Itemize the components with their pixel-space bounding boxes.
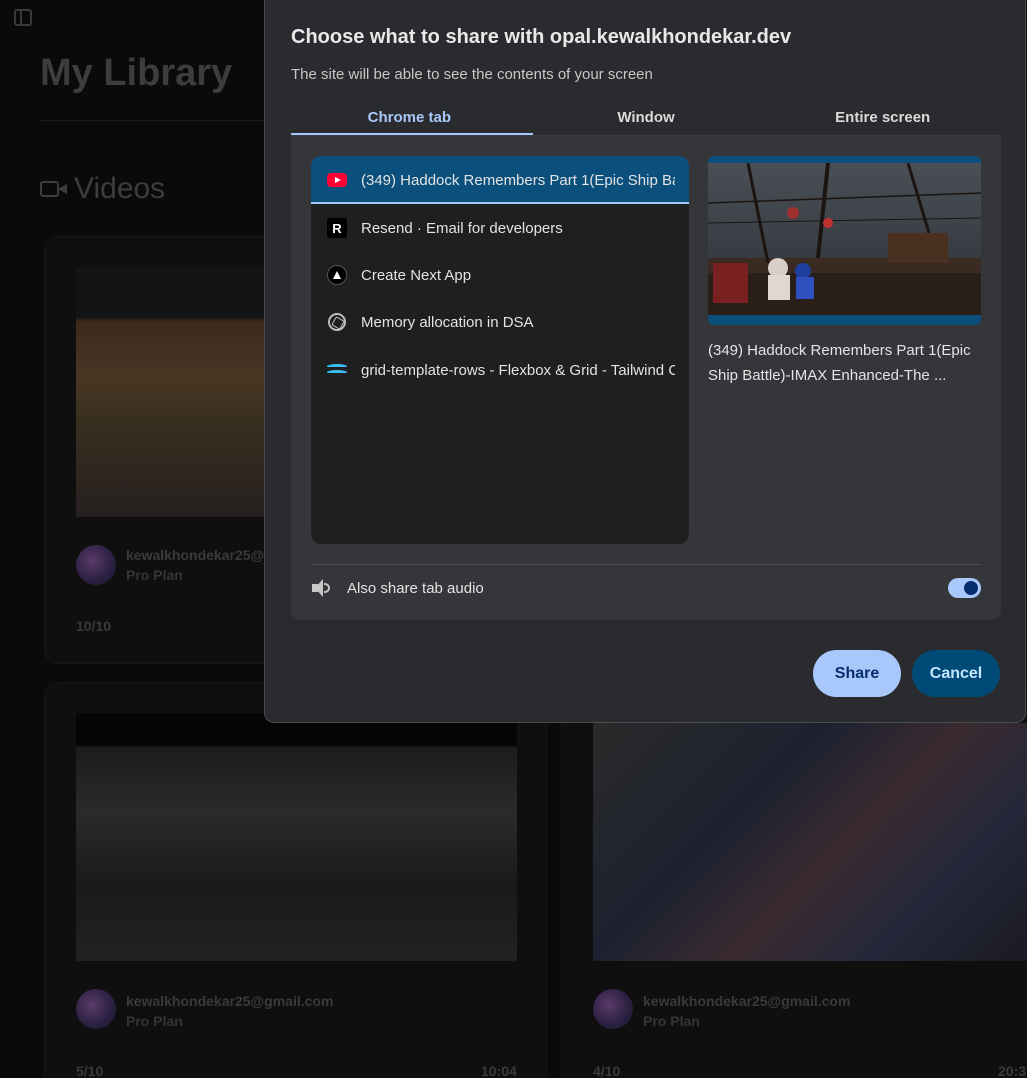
view-count: 4/10 xyxy=(593,1063,621,1078)
list-item[interactable]: (349) Haddock Remembers Part 1(Epic Ship… xyxy=(311,156,689,204)
video-thumbnail[interactable] xyxy=(76,713,517,961)
share-source-tabs: Chrome tab Window Entire screen xyxy=(291,104,1001,136)
tab-entire-screen[interactable]: Entire screen xyxy=(764,104,1001,136)
list-item[interactable]: R Resend · Email for developers xyxy=(311,204,689,252)
tab-title: (349) Haddock Remembers Part 1(Epic Ship… xyxy=(361,171,675,189)
resend-icon: R xyxy=(327,218,347,238)
tab-preview xyxy=(708,156,981,325)
divider xyxy=(311,564,981,565)
share-panel: (349) Haddock Remembers Part 1(Epic Ship… xyxy=(291,136,1001,620)
preview-image xyxy=(708,163,981,315)
video-card[interactable]: kewalkhondekar25@ Pro Plan 10/10 xyxy=(44,236,285,664)
dialog-title: Choose what to share with opal.kewalkhon… xyxy=(291,26,792,48)
audio-label: Also share tab audio xyxy=(347,579,484,597)
share-audio-row: Also share tab audio xyxy=(311,576,981,600)
view-count: 5/10 xyxy=(76,1063,104,1078)
list-item[interactable]: Create Next App xyxy=(311,251,689,299)
active-tab-indicator xyxy=(291,133,533,135)
avatar xyxy=(593,989,633,1029)
videos-heading: Videos xyxy=(40,172,165,206)
chatgpt-icon xyxy=(327,312,347,332)
plan-label: Pro Plan xyxy=(126,567,183,583)
nextjs-icon xyxy=(327,265,347,285)
owner-email: kewalkhondekar25@gmail.com xyxy=(643,993,851,1009)
screen-share-dialog: Choose what to share with opal.kewalkhon… xyxy=(264,0,1026,723)
owner-email: kewalkhondekar25@gmail.com xyxy=(126,993,334,1009)
video-duration: 20:3 xyxy=(998,1063,1027,1078)
tab-title: grid-template-rows - Flexbox & Grid - Ta… xyxy=(361,361,675,379)
tab-window[interactable]: Window xyxy=(528,104,765,136)
page-title: My Library xyxy=(40,52,233,94)
tab-title: Resend · Email for developers xyxy=(361,219,563,237)
share-audio-toggle[interactable] xyxy=(948,578,981,598)
tab-list: (349) Haddock Remembers Part 1(Epic Ship… xyxy=(311,156,689,544)
share-button[interactable]: Share xyxy=(813,650,901,697)
tab-title: Memory allocation in DSA xyxy=(361,313,534,331)
video-thumbnail[interactable] xyxy=(76,267,285,517)
tailwind-icon xyxy=(327,360,347,380)
view-count: 10/10 xyxy=(76,618,112,634)
speaker-icon xyxy=(311,578,333,598)
list-item[interactable]: Memory allocation in DSA xyxy=(311,298,689,346)
video-card[interactable]: kewalkhondekar25@gmail.com Pro Plan 4/10… xyxy=(561,682,1027,1078)
plan-label: Pro Plan xyxy=(643,1013,700,1029)
youtube-icon xyxy=(327,170,347,190)
avatar xyxy=(76,545,116,585)
preview-caption: (349) Haddock Remembers Part 1(Epic Ship… xyxy=(708,342,971,384)
tab-chrome-tab[interactable]: Chrome tab xyxy=(291,104,528,136)
video-duration: 10:04 xyxy=(481,1063,517,1078)
video-thumbnail[interactable] xyxy=(593,723,1027,961)
cancel-button[interactable]: Cancel xyxy=(912,650,1000,697)
video-card[interactable]: kewalkhondekar25@gmail.com Pro Plan 5/10… xyxy=(44,682,547,1078)
divider xyxy=(40,120,280,121)
section-title: Videos xyxy=(74,172,166,205)
video-camera-icon xyxy=(40,178,68,200)
plan-label: Pro Plan xyxy=(126,1013,183,1029)
avatar xyxy=(76,989,116,1029)
owner-email: kewalkhondekar25@ xyxy=(126,547,265,563)
dialog-subtitle: The site will be able to see the content… xyxy=(291,66,653,83)
tab-title: Create Next App xyxy=(361,266,472,284)
sidebar-toggle-icon[interactable] xyxy=(14,9,32,26)
list-item[interactable]: grid-template-rows - Flexbox & Grid - Ta… xyxy=(311,346,689,394)
